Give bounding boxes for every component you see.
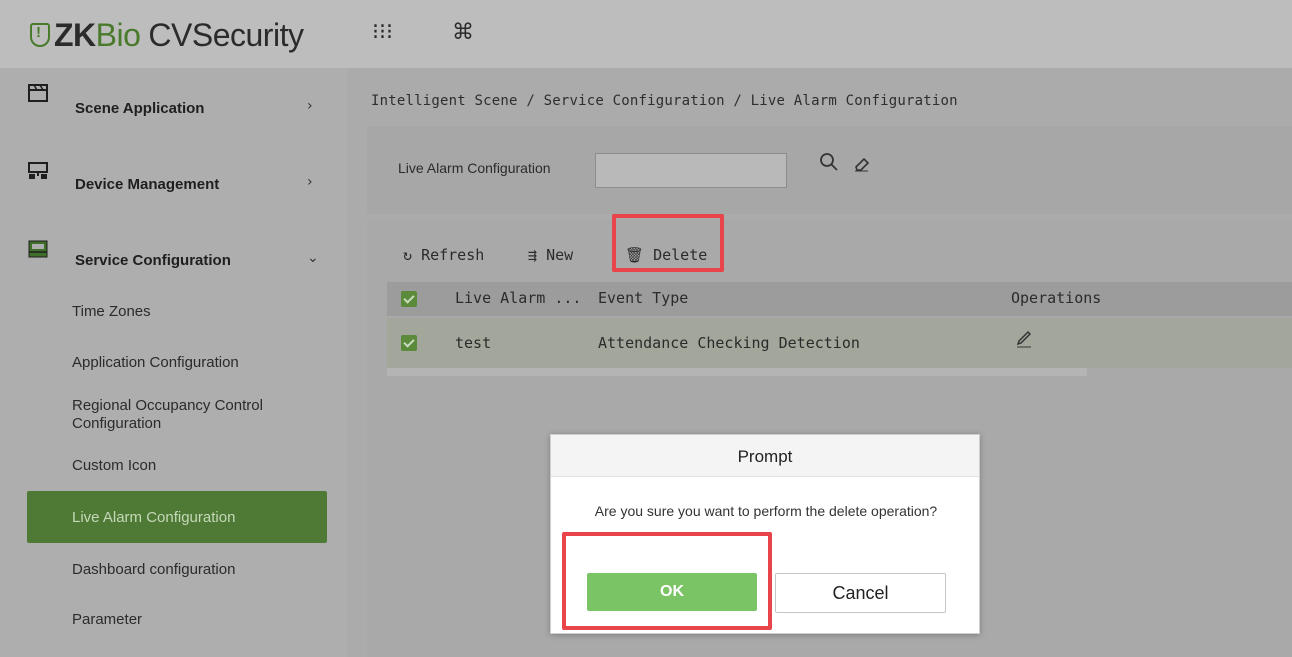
search-input[interactable] [595, 153, 787, 188]
service-configuration-icon [28, 240, 48, 258]
sidebar-item-dashboard-configuration[interactable]: Dashboard configuration [72, 561, 235, 579]
dialog-message: Are you sure you want to perform the del… [594, 503, 938, 519]
search-label: Live Alarm Configuration [398, 160, 551, 176]
grid-dots-icon[interactable]: ⁝⁝⁝ [372, 20, 393, 45]
menu-device-management[interactable]: Device Management › [0, 144, 347, 220]
menu-label: Device Management [75, 176, 220, 193]
menu-label: Service Configuration [75, 252, 231, 269]
shield-logo-icon [30, 23, 50, 47]
eraser-icon[interactable] [853, 154, 871, 178]
search-panel: Live Alarm Configuration [367, 126, 1292, 214]
breadcrumb: Intelligent Scene / Service Configuratio… [371, 93, 958, 109]
column-header-operations: Operations [1011, 289, 1102, 307]
refresh-button[interactable]: ↻ Refresh [403, 246, 484, 264]
sidebar-item-time-zones[interactable]: Time Zones [72, 303, 151, 321]
dialog-header: Prompt [551, 435, 979, 477]
select-all-checkbox[interactable] [401, 291, 417, 307]
row-event-type: Attendance Checking Detection [598, 334, 860, 352]
brand-bio: Bio [95, 16, 141, 53]
refresh-icon: ↻ [403, 246, 413, 264]
new-icon: ⇶ [528, 246, 538, 264]
top-bar: ZKBioCVSecurity ⁝⁝⁝ ⌘ [0, 0, 1292, 68]
new-button[interactable]: ⇶ New [528, 246, 573, 264]
sidebar-item-label: Live Alarm Configuration [72, 509, 236, 526]
table-row[interactable]: test Attendance Checking Detection [387, 318, 1292, 368]
chevron-down-icon: ⌄ [307, 250, 319, 266]
sidebar-item-regional-occupancy[interactable]: Regional Occupancy Control Configuration [72, 397, 312, 433]
chevron-right-icon: › [307, 98, 313, 114]
menu-label: Scene Application [75, 100, 205, 117]
sidebar: Scene Application › Device Management › … [0, 68, 347, 657]
column-header-event-type[interactable]: Event Type [598, 289, 688, 307]
sidebar-item-custom-icon[interactable]: Custom Icon [72, 457, 156, 475]
app-logo[interactable]: ZKBioCVSecurity [30, 16, 304, 53]
cancel-button[interactable]: Cancel [775, 573, 946, 613]
menu-scene-application[interactable]: Scene Application › [0, 68, 347, 144]
row-name: test [455, 334, 492, 352]
sidebar-item-application-configuration[interactable]: Application Configuration [72, 354, 239, 372]
table-header: Live Alarm ... Event Type Operations [387, 282, 1292, 316]
brand-zk: ZK [54, 16, 96, 53]
search-icon[interactable] [819, 152, 839, 177]
column-header-name[interactable]: Live Alarm ... [455, 289, 581, 307]
row-checkbox[interactable] [401, 335, 417, 351]
brand-name: CVSecurity [148, 16, 304, 53]
chevron-right-icon: › [307, 174, 313, 190]
device-management-icon [28, 162, 48, 179]
delete-highlight-box [612, 214, 724, 272]
ok-highlight-box [562, 532, 772, 630]
row-shadow [387, 368, 1087, 376]
refresh-label: Refresh [421, 246, 485, 264]
dialog-title: Prompt [737, 447, 793, 466]
sidebar-item-live-alarm-configuration[interactable]: Live Alarm Configuration [27, 491, 327, 543]
command-icon[interactable]: ⌘ [452, 20, 474, 45]
sidebar-item-parameter[interactable]: Parameter [72, 611, 142, 629]
menu-service-configuration[interactable]: Service Configuration ⌄ [0, 220, 347, 296]
edit-icon[interactable] [1015, 326, 1033, 352]
scene-application-icon [28, 84, 48, 102]
new-label: New [546, 246, 574, 264]
